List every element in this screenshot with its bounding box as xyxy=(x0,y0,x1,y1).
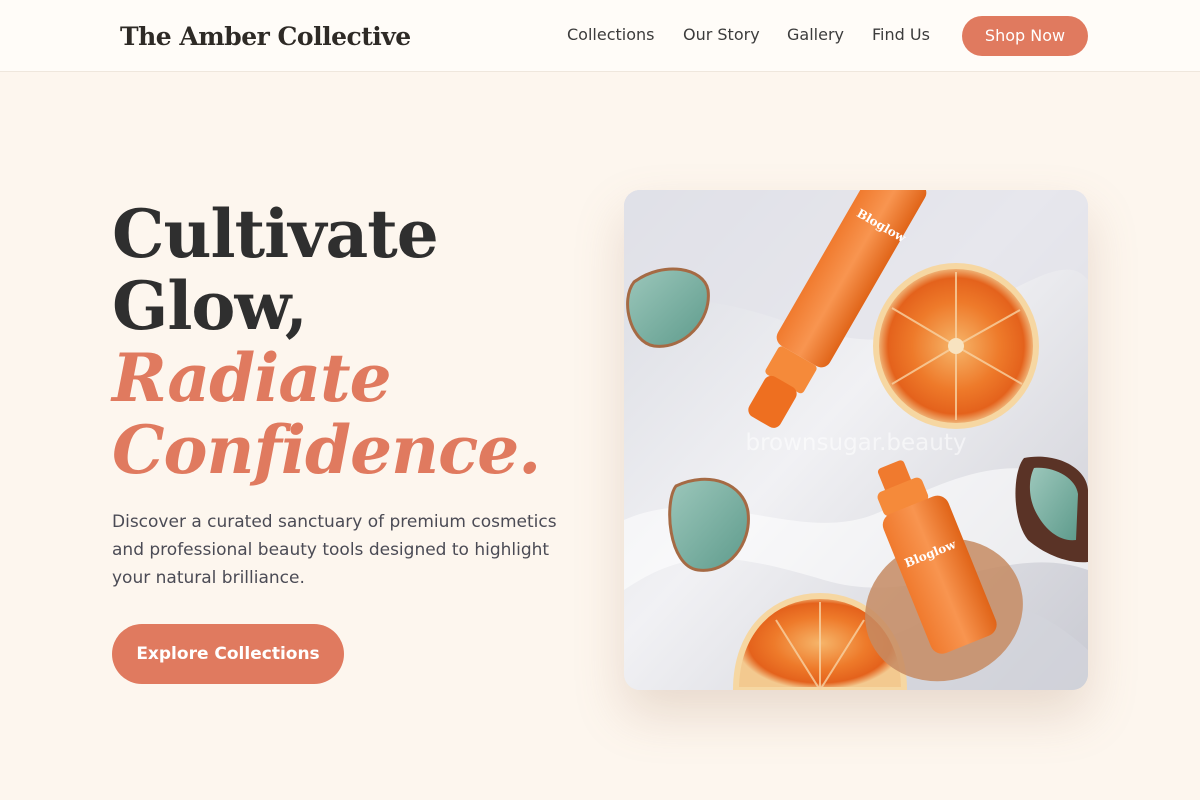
headline-line-1: Cultivate xyxy=(112,195,439,273)
brand-logo[interactable]: The Amber Collective xyxy=(120,18,411,56)
nav-collections[interactable]: Collections xyxy=(567,24,654,46)
product-photo-illustration: Bloglow Bloglow brownsugar.beauty xyxy=(624,190,1088,690)
shop-now-button[interactable]: Shop Now xyxy=(962,16,1088,56)
hero-headline: Cultivate Glow, Radiate Confidence. xyxy=(112,195,541,489)
headline-line-2: Glow, xyxy=(112,267,308,345)
nav-gallery[interactable]: Gallery xyxy=(787,24,844,46)
site-header: The Amber Collective Collections Our Sto… xyxy=(0,0,1200,72)
hero-description: Discover a curated sanctuary of premium … xyxy=(112,512,557,588)
headline-accent-line-1: Radiate xyxy=(112,339,392,417)
nav-our-story[interactable]: Our Story xyxy=(683,24,760,46)
image-watermark: brownsugar.beauty xyxy=(746,430,967,456)
nav-find-us[interactable]: Find Us xyxy=(872,24,930,46)
explore-collections-button[interactable]: Explore Collections xyxy=(112,624,344,684)
headline-accent-line-2: Confidence. xyxy=(112,411,541,489)
hero-product-image: Bloglow Bloglow brownsugar.beauty xyxy=(624,190,1088,690)
